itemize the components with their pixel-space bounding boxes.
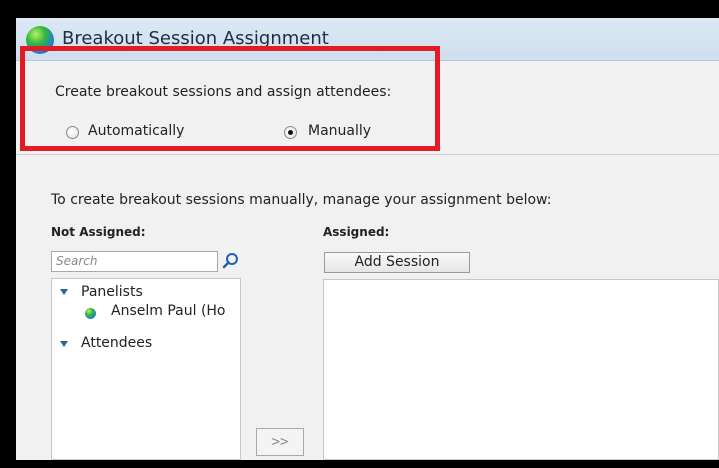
globe-app-icon [26,26,54,54]
tree-group-attendees[interactable]: Attendees [81,335,152,351]
add-session-button[interactable]: Add Session [324,252,470,273]
not-assigned-heading: Not Assigned: [51,225,146,239]
creation-prompt: Create breakout sessions and assign atte… [55,84,392,100]
not-assigned-list[interactable]: Panelists Anselm Paul (Ho Attendees [51,278,241,460]
manual-instruction: To create breakout sessions manually, ma… [51,192,552,208]
creation-mode-section: Create breakout sessions and assign atte… [16,61,719,155]
tree-group-panelists[interactable]: Panelists [81,284,143,300]
move-right-button[interactable]: >> [256,428,304,456]
breakout-session-window: Breakout Session Assignment Create break… [16,18,719,460]
radio-manually-label[interactable]: Manually [308,123,371,139]
assigned-heading: Assigned: [323,225,390,239]
window-title: Breakout Session Assignment [62,28,329,49]
expand-panelists-icon[interactable] [60,289,68,295]
dialog-content: Create breakout sessions and assign atte… [16,61,719,460]
search-icon[interactable] [222,252,240,270]
radio-manually[interactable] [284,126,297,139]
radio-automatically[interactable] [66,126,79,139]
expand-attendees-icon[interactable] [60,341,68,347]
tree-member-anselm-paul[interactable]: Anselm Paul (Ho [111,303,226,319]
assigned-list[interactable] [323,279,719,460]
host-globe-icon [85,308,96,319]
radio-automatically-label[interactable]: Automatically [88,123,184,139]
search-input[interactable]: Search [51,251,218,272]
title-bar: Breakout Session Assignment [16,18,719,61]
